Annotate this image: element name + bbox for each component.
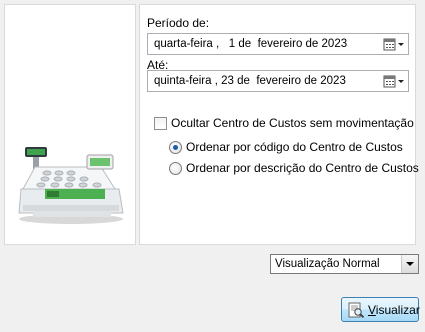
filter-panel: Período de: quarta-feira , 1 de fevereir… [139, 4, 419, 245]
illustration-panel [4, 4, 136, 245]
cash-register-icon [18, 147, 124, 224]
visualizacao-select[interactable]: Visualização Normal [270, 254, 419, 274]
visualizar-button[interactable]: Visualizar [341, 297, 420, 322]
visualizar-label: Visualizar [368, 303, 420, 317]
ordenar-descricao-label: Ordenar por descrição do Centro de Custo… [186, 161, 419, 175]
report-preview-icon [348, 302, 365, 318]
ordenar-codigo-label: Ordenar por código do Centro de Custos [186, 140, 403, 154]
ocultar-checkbox[interactable] [154, 117, 167, 130]
periodo-date-picker[interactable]: quarta-feira , 1 de fevereiro de 2023 [147, 33, 409, 55]
ocultar-label: Ocultar Centro de Custos sem movimentaçã… [171, 116, 414, 130]
visualizacao-selected-text: Visualização Normal [275, 258, 380, 270]
periodo-date-text: quarta-feira , 1 de fevereiro de 2023 [154, 38, 348, 50]
ordenar-descricao-radio[interactable] [169, 162, 182, 175]
ate-date-picker[interactable]: quinta-feira , 23 de fevereiro de 2023 [147, 70, 409, 92]
ordenar-codigo-radio[interactable] [169, 141, 182, 154]
calendar-dropdown-icon[interactable] [383, 75, 405, 88]
chevron-down-icon[interactable] [401, 255, 418, 273]
calendar-dropdown-icon[interactable] [383, 38, 405, 51]
ate-date-text: quinta-feira , 23 de fevereiro de 2023 [154, 75, 346, 87]
periodo-label: Período de: [147, 16, 210, 30]
